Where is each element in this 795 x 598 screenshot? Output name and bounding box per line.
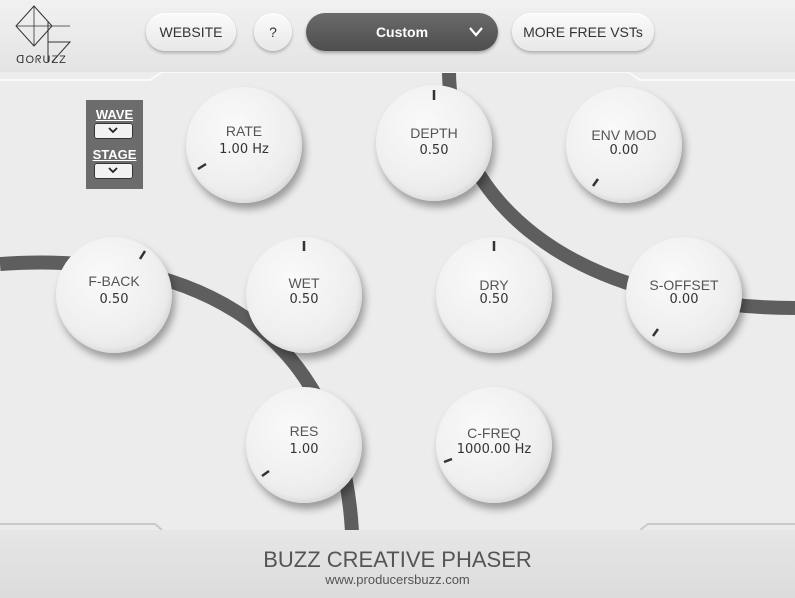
top-bar: ᗡOᖇUZZ WEBSITE ? Custom MORE FREE VSTs (0, 0, 795, 72)
wave-dropdown[interactable] (94, 123, 133, 139)
wet-knob[interactable]: WET 0.50 (246, 237, 362, 353)
wet-value: 0.50 (289, 292, 319, 307)
c-freq-label: C-FREQ (467, 425, 521, 441)
website-url[interactable]: www.producersbuzz.com (0, 572, 795, 587)
wet-label: WET (288, 275, 320, 291)
rate-value: 1.00 Hz (219, 142, 269, 157)
depth-label: DEPTH (410, 125, 458, 141)
c-freq-value: 1000.00 Hz (456, 442, 532, 457)
more-free-vsts-button[interactable]: MORE FREE VSTs (512, 13, 654, 51)
f-back-value: 0.50 (99, 292, 129, 307)
product-title: BUZZ CREATIVE PHASER (263, 547, 532, 572)
dry-value: 0.50 (479, 292, 509, 307)
env-mod-knob[interactable]: ENV MOD 0.00 (566, 87, 682, 203)
wave-label: WAVE (95, 107, 134, 122)
f-back-knob[interactable]: F-BACK 0.50 (56, 237, 172, 353)
s-offset-label: S-OFFSET (649, 277, 719, 293)
stage-dropdown[interactable] (94, 163, 133, 179)
wave-stage-selector: WAVE STAGE (86, 100, 143, 189)
f-back-label: F-BACK (88, 273, 140, 289)
res-label: RES (289, 423, 319, 439)
res-knob[interactable]: RES 1.00 (246, 387, 362, 503)
website-button[interactable]: WEBSITE (146, 13, 236, 51)
env-mod-value: 0.00 (609, 143, 639, 158)
chevron-down-icon (108, 167, 118, 174)
stage-label: STAGE (92, 147, 137, 162)
dry-label: DRY (479, 277, 509, 293)
rate-knob[interactable]: RATE 1.00 Hz (186, 87, 302, 203)
s-offset-value: 0.00 (669, 292, 699, 307)
chevron-down-icon (108, 127, 118, 134)
rate-label: RATE (225, 123, 263, 139)
brand-logo-text: ᗡOᖇUZZ (16, 54, 67, 66)
c-freq-knob[interactable]: C-FREQ 1000.00 Hz (436, 387, 552, 503)
env-mod-label: ENV MOD (591, 127, 657, 143)
help-button[interactable]: ? (254, 13, 292, 51)
depth-value: 0.50 (419, 143, 449, 158)
s-offset-knob[interactable]: S-OFFSET 0.00 (626, 237, 742, 353)
dry-knob[interactable]: DRY 0.50 (436, 237, 552, 353)
res-value: 1.00 (289, 442, 319, 457)
chevron-down-icon (469, 27, 483, 37)
preset-dropdown[interactable]: Custom (306, 13, 498, 51)
depth-knob[interactable]: DEPTH 0.50 (376, 85, 492, 201)
